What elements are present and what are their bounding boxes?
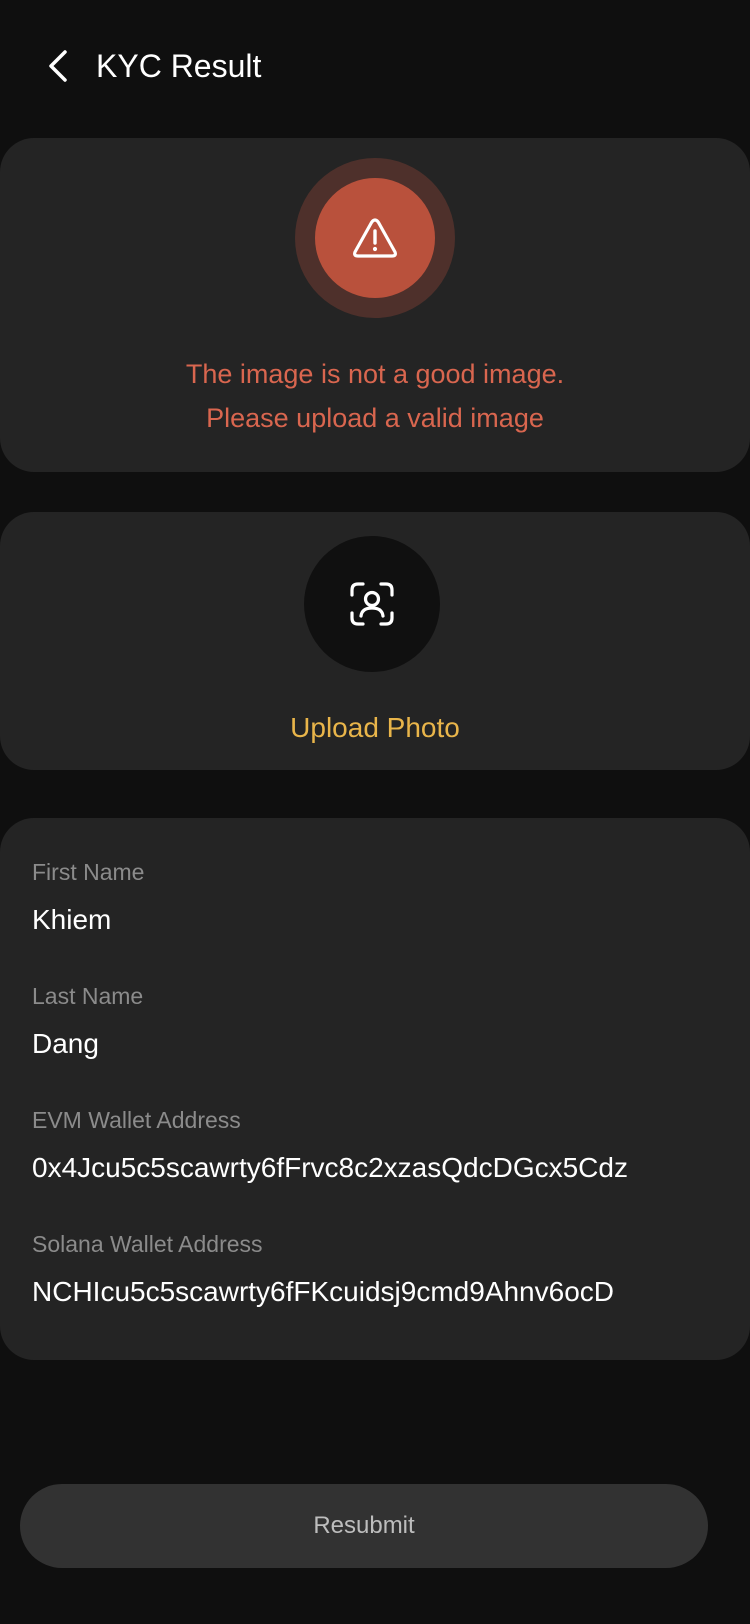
resubmit-button[interactable]: Resubmit	[20, 1484, 708, 1568]
back-button[interactable]	[36, 44, 80, 88]
last-name-value: Dang	[32, 1028, 99, 1059]
kyc-info-card: First Name Khiem Last Name Dang EVM Wall…	[0, 818, 750, 1360]
evm-wallet-label: EVM Wallet Address	[32, 1107, 241, 1133]
chevron-left-icon	[49, 50, 67, 82]
upload-photo-button[interactable]	[304, 536, 440, 672]
kyc-error-card: The image is not a good image. Please up…	[0, 138, 750, 472]
upload-photo-label[interactable]: Upload Photo	[0, 708, 750, 748]
error-message-line-2: Please upload a valid image	[206, 403, 544, 433]
warning-badge	[295, 158, 455, 318]
error-message-line-1: The image is not a good image.	[185, 359, 565, 389]
evm-wallet-value: 0x4Jcu5c5scawrty6fFrvc8c2xzasQdcDGcx5Cdz	[32, 1152, 628, 1183]
first-name-label: First Name	[32, 859, 145, 885]
face-scan-icon	[350, 582, 394, 626]
warning-triangle-icon	[353, 218, 397, 258]
upload-photo-card: Upload Photo	[0, 512, 750, 770]
last-name-label: Last Name	[32, 983, 144, 1009]
solana-wallet-value: NCHIcu5c5scawrty6fFKcuidsj9cmd9Ahnv6ocD	[32, 1276, 614, 1307]
solana-wallet-label: Solana Wallet Address	[32, 1231, 263, 1257]
header: KYC Result	[0, 0, 750, 130]
page-title: KYC Result	[96, 48, 262, 84]
first-name-value: Khiem	[32, 904, 112, 935]
